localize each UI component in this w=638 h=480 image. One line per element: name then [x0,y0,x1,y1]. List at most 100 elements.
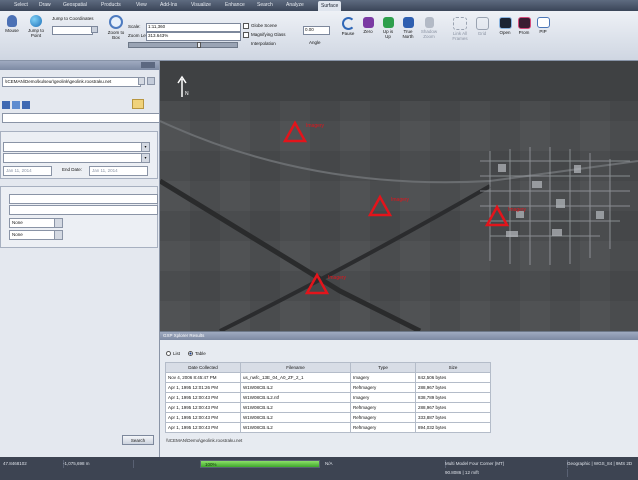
mouse-button[interactable]: Mouse [4,15,20,33]
interpolation-dropdown[interactable]: Interpolation [251,41,276,46]
ribbon: Mouse Jump to Point Jump to Coordinates … [0,11,638,70]
filter-dropdown-1[interactable]: ▾ [3,142,150,152]
true-north-button[interactable]: True North [400,17,416,39]
zero-button[interactable]: Zero [360,17,376,34]
results-header-row: Date Collected Filename Type Size [165,362,491,373]
table-row[interactable]: Apr 1, 1995 12:00:43 PM W1W08CB.IL2.ntf … [165,392,491,403]
toolbar-icon-c[interactable] [22,101,30,109]
results-footer-path: \\ICEMAN\Demo\geolink.roostraku.net [166,438,243,443]
grid-button[interactable]: Grid [474,17,490,36]
jump-to-coordinates-label: Jump to Coordinates [52,16,94,21]
attribute-dropdown-b[interactable]: None [9,230,63,240]
pip-label: PIP [539,29,547,34]
link-all-frames-button[interactable]: Link All Frames [450,17,470,41]
filter-dropdown-2[interactable]: ▾ [3,153,150,163]
progress-text: 100% [205,462,217,467]
tab-select[interactable]: Select [14,2,28,8]
chevron-down-icon [54,219,62,227]
up-is-up-button[interactable]: Up is Up [380,17,396,39]
browse-icon[interactable] [147,77,155,85]
attribute-dropdown-a[interactable]: None [9,218,63,228]
pause-button[interactable]: Pause [340,17,356,36]
status-blank [130,460,204,468]
table-row[interactable]: Nov 4, 2006 8:45:47 PM us_nwfc_13E_04_A0… [165,372,491,383]
magnifying-glass-label: Magnifying Glass [251,32,286,37]
cell-date: Apr 1, 1995 12:01:26 PM [165,382,241,393]
table-row[interactable]: Apr 1, 1995 12:00:43 PM W1W08CB.IL2 RefI… [165,412,491,423]
results-panel: GXP Xplorer Results List Table Date Coll… [160,331,638,457]
pip-icon [536,17,550,28]
marker-label: Imagery [391,197,410,203]
zero-label: Zero [363,29,373,34]
list-view-label: List [173,351,181,356]
cell-type: Imagery [350,372,416,383]
map-viewer[interactable]: N Imagery Imagery Imagery Imagery [160,61,638,331]
shadow-zoom-button[interactable]: Shadow Zoom [420,17,438,39]
globe-scene-checkbox[interactable] [243,23,249,29]
folder-icon[interactable] [132,99,144,109]
column-header-type[interactable]: Type [350,362,416,373]
scale-input[interactable]: 1:11,360 [146,23,241,32]
cell-type: RefImagery [350,422,416,433]
tab-surface[interactable]: Surface [318,1,342,11]
link-frames-icon [453,17,467,30]
cell-date: Nov 4, 2006 8:45:47 PM [165,372,241,383]
list-view-radio[interactable] [166,351,171,356]
server-dropdown-button[interactable] [138,77,145,85]
tab-products[interactable]: Products [101,2,121,8]
start-date-input[interactable]: Jan 11, 2014 [3,166,52,176]
pip-button[interactable]: PIP [535,17,551,34]
globe-scene-label: Globe Scene [251,23,278,28]
tab-add-ins[interactable]: Add-Ins [160,2,177,8]
tab-enhance[interactable]: Enhance [225,2,245,8]
map-imagery: N Imagery Imagery Imagery Imagery [160,61,638,331]
zoom-slider[interactable] [128,42,238,48]
results-table: Date Collected Filename Type Size Nov 4,… [165,362,491,433]
results-title: GXP Xplorer Results [160,332,638,340]
cell-filename: W1W08CB.IL2 [240,402,351,413]
keyword-input[interactable] [2,113,160,123]
column-header-filename[interactable]: Filename [240,362,351,373]
panel-pin-icon[interactable] [141,62,155,68]
magnifying-glass-checkbox[interactable] [243,32,249,38]
tab-analyze[interactable]: Analyze [286,2,304,8]
table-row[interactable]: Apr 1, 1995 12:00:43 PM W1W08CB.IL2 RefI… [165,402,491,413]
tab-geospatial[interactable]: Geospatial [63,2,87,8]
coordinates-input[interactable] [52,26,93,35]
shadow-zoom-icon [424,17,434,28]
shadow-zoom-label: Shadow Zoom [420,29,438,39]
tab-search[interactable]: Search [257,2,273,8]
end-date-input[interactable]: Jan 11, 2014 [89,166,148,176]
angle-input[interactable]: 0.00 [303,26,330,35]
tab-draw[interactable]: Draw [39,2,51,8]
column-header-size[interactable]: Size [415,362,491,373]
zoom-slider-thumb[interactable] [197,42,201,48]
mouse-label: Mouse [5,28,19,33]
cell-date: Apr 1, 1995 12:00:43 PM [165,392,241,403]
zoom-to-box-button[interactable]: Zoom to Box [106,15,126,40]
cell-filename: W1W08CB.IL2.ntf [240,392,351,403]
table-row[interactable]: Apr 1, 1995 12:01:26 PM W1W08CB.IL2 RefI… [165,382,491,393]
jump-to-point-button[interactable]: Jump to Point [26,15,46,38]
open-button[interactable]: Open [497,17,513,35]
tab-view[interactable]: View [136,2,147,8]
rotate-icon [341,17,355,30]
table-view-radio[interactable] [188,351,193,356]
table-row[interactable]: Apr 1, 1995 12:00:43 PM W1W08CB.IL2 RefI… [165,422,491,433]
status-bar: 47.8468102 -1,075,698 m 100% N/A Multi M… [0,457,638,480]
search-button[interactable]: Search [122,435,154,445]
zoom-level-input[interactable]: 313.643% [146,32,241,41]
attribute-input-1[interactable] [9,194,158,204]
panel-header [0,61,159,70]
attribute-input-2[interactable] [9,205,158,215]
tab-visualize[interactable]: Visualize [191,2,211,8]
status-longitude: -1,075,698 m [60,460,134,468]
server-path-input[interactable]: \ICEMAN\Demo\kulseur\geolink\geolink.roo… [2,77,141,87]
north-label: N [185,91,189,97]
mouse-icon [7,15,17,27]
toolbar-icon-b[interactable] [12,101,20,109]
toolbar-icon-a[interactable] [2,101,10,109]
go-icon[interactable] [91,26,98,33]
prom-button[interactable]: Prom [516,17,532,35]
column-header-date[interactable]: Date Collected [165,362,241,373]
